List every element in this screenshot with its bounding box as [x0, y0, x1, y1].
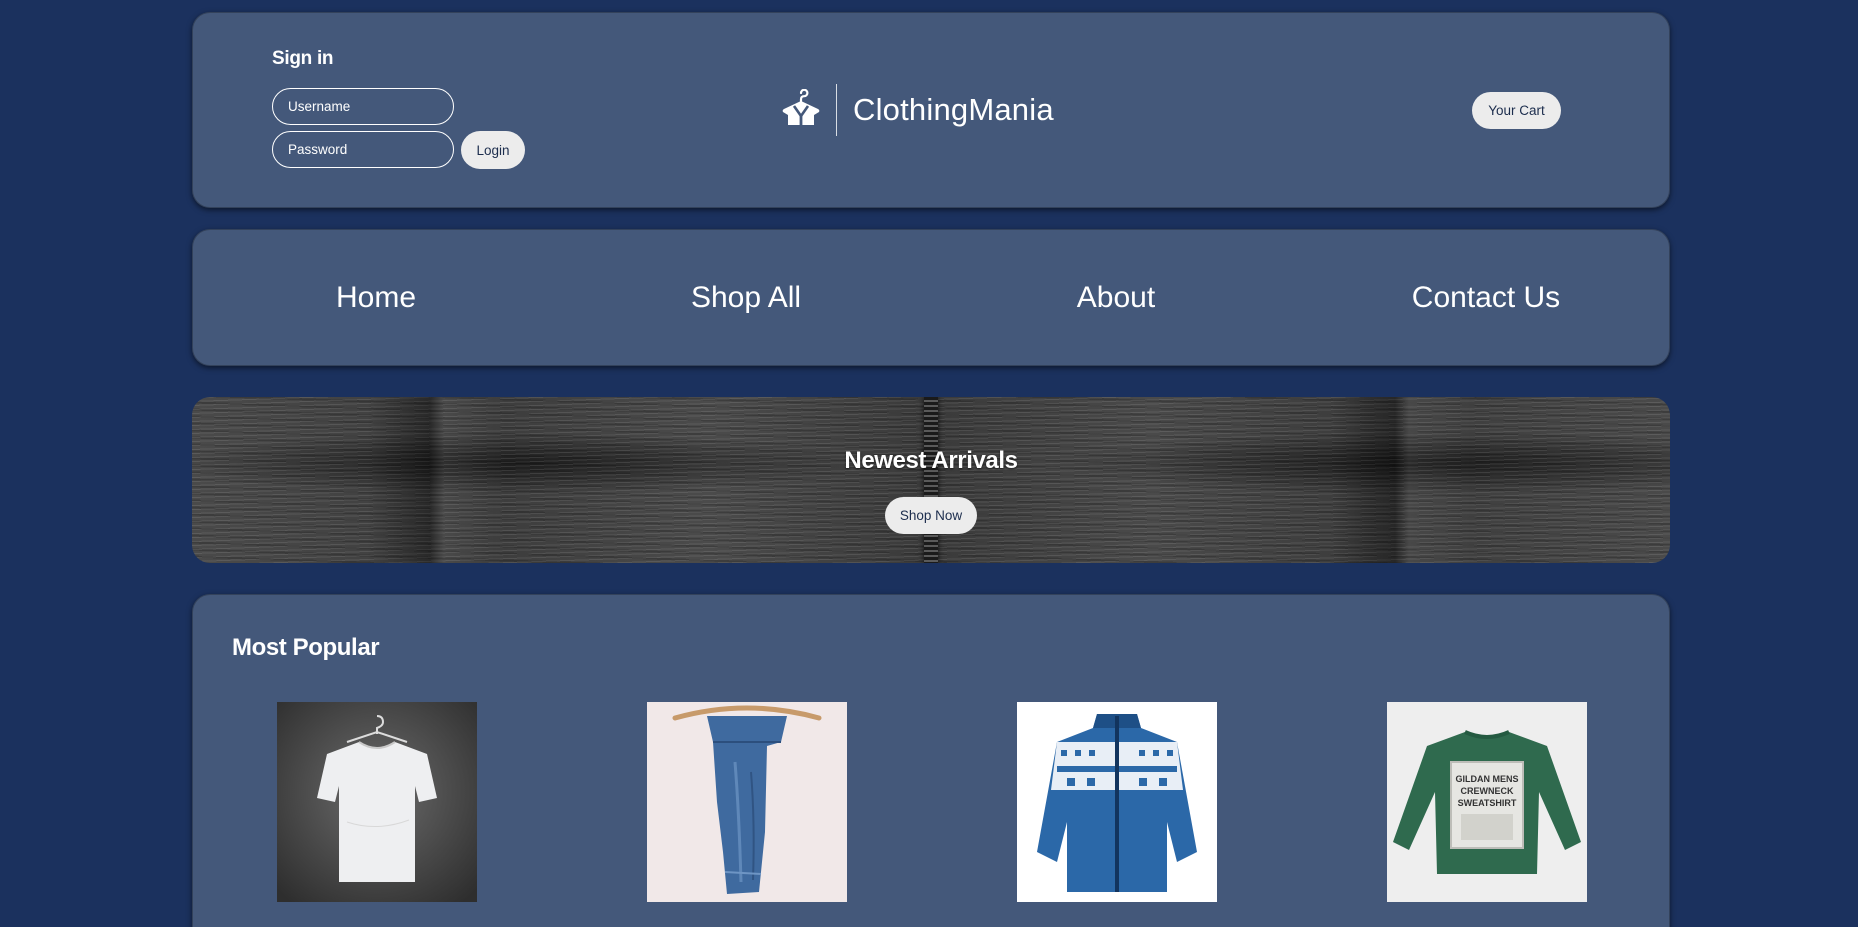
jeans-image: [647, 702, 847, 902]
hero-title: Newest Arrivals: [844, 447, 1018, 474]
svg-text:SWEATSHIRT: SWEATSHIRT: [1458, 798, 1517, 808]
page: Sign in Login ClothingMania Your Cart Ho…: [0, 0, 1858, 927]
nav-item-shop-all[interactable]: Shop All: [596, 229, 896, 366]
product-card-fleece-jacket[interactable]: [1017, 702, 1217, 902]
green-sweatshirt-image: GILDAN MENS CREWNECK SWEATSHIRT: [1387, 702, 1587, 902]
product-card-white-tshirt[interactable]: [277, 702, 477, 902]
hero-fabric-fold: [1332, 397, 1472, 563]
cart-button[interactable]: Your Cart: [1472, 92, 1561, 129]
logo-divider: [836, 84, 837, 136]
product-card-green-sweatshirt[interactable]: GILDAN MENS CREWNECK SWEATSHIRT: [1387, 702, 1587, 902]
username-input[interactable]: [272, 88, 454, 125]
shop-now-button[interactable]: Shop Now: [885, 497, 977, 534]
product-card-jeans[interactable]: [647, 702, 847, 902]
hero-fabric-fold: [367, 397, 507, 563]
hanger-shirt-icon: [782, 89, 820, 125]
signin-title: Sign in: [272, 48, 334, 69]
login-button[interactable]: Login: [461, 131, 525, 169]
nav-item-home[interactable]: Home: [226, 229, 526, 366]
brand-name: ClothingMania: [853, 92, 1054, 127]
hero-banner: Newest Arrivals Shop Now: [192, 397, 1670, 563]
white-tshirt-image: [277, 702, 477, 902]
svg-text:CREWNECK: CREWNECK: [1461, 786, 1514, 796]
most-popular-section: Most Popular GILDAN MENS CREWNECK SWEATS…: [192, 594, 1670, 927]
main-nav: Home Shop All About Contact Us: [192, 229, 1670, 366]
fleece-jacket-image: [1017, 702, 1217, 902]
password-input[interactable]: [272, 131, 454, 168]
nav-item-contact-us[interactable]: Contact Us: [1336, 229, 1636, 366]
header-panel: Sign in Login ClothingMania Your Cart: [192, 12, 1670, 208]
brand-logo[interactable]: ClothingMania: [780, 84, 1054, 136]
nav-item-about[interactable]: About: [966, 229, 1266, 366]
svg-text:GILDAN MENS: GILDAN MENS: [1456, 774, 1519, 784]
hero-zipper: [924, 397, 938, 563]
section-title: Most Popular: [232, 634, 380, 661]
